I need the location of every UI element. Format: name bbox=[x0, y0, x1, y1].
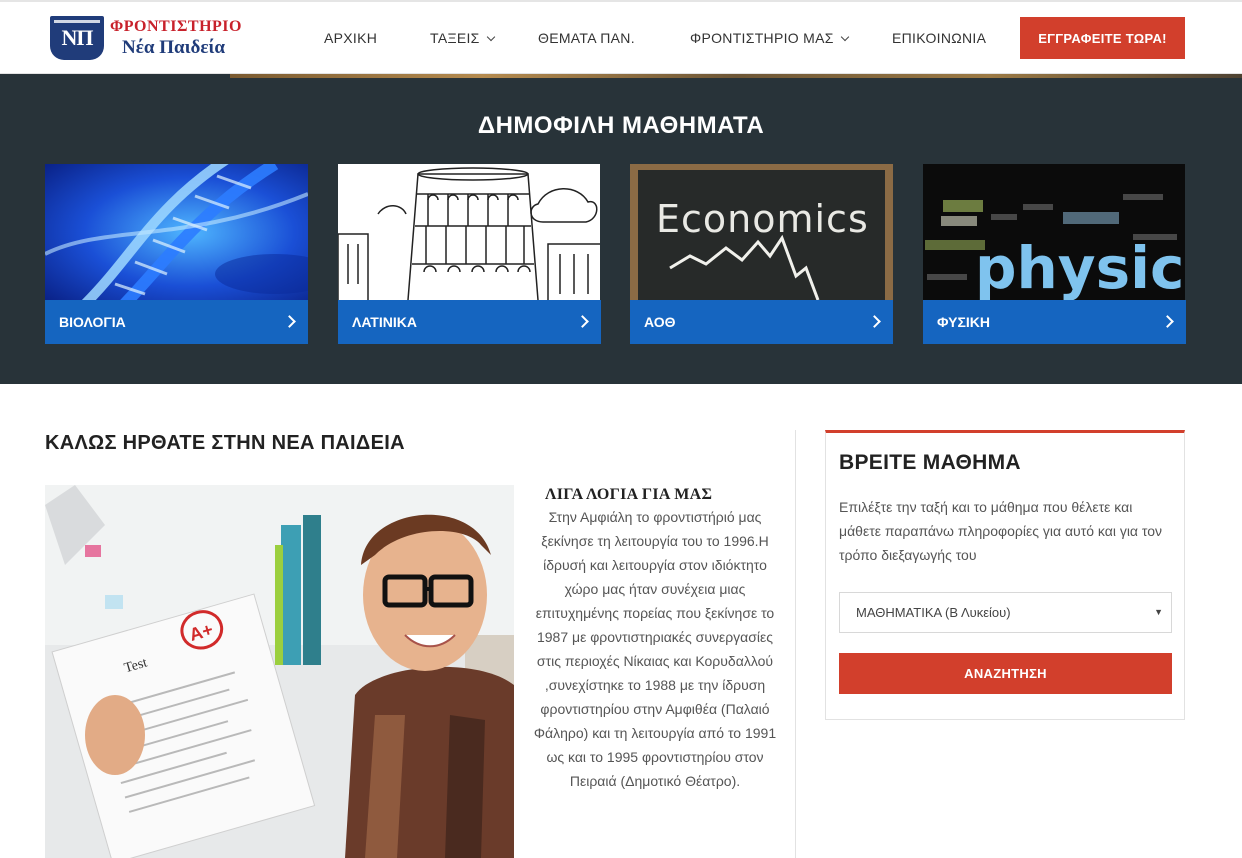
about-us-text: Στην Αμφιάλη το φροντιστήριό μας ξεκίνησ… bbox=[533, 509, 777, 789]
course-card-label-bar: ΦΥΣΙΚΗ bbox=[923, 300, 1186, 344]
nav-item-about-school[interactable]: ΦΡΟΝΤΙΣΤΗΡΙΟ ΜΑΣ bbox=[690, 30, 849, 46]
chevron-right-icon bbox=[576, 315, 589, 328]
course-card-label: ΒΙΟΛΟΓΙΑ bbox=[59, 314, 126, 330]
course-card-economics[interactable]: Economics ΑΟΘ bbox=[630, 164, 893, 344]
nav-item-contact[interactable]: ΕΠΙΚΟΙΝΩΝΙΑ bbox=[892, 30, 986, 46]
column-divider bbox=[795, 430, 796, 858]
find-course-description: Επιλέξτε την ταξή και το μάθημα που θέλε… bbox=[839, 499, 1163, 563]
nav-item-contact-label: ΕΠΙΚΟΙΝΩΝΙΑ bbox=[892, 30, 987, 46]
biology-dna-image bbox=[45, 164, 308, 300]
chevron-down-icon bbox=[486, 32, 495, 42]
course-card-label: ΦΥΣΙΚΗ bbox=[937, 314, 990, 330]
site-header: ΝΠ ΦΡΟΝΤΙΣΤΗΡΙΟ Νέα Παιδεία ΑΡΧΙΚΗ ΤΑΞΕΙ… bbox=[0, 2, 1242, 74]
physics-wordcloud-text: physics bbox=[975, 234, 1185, 300]
course-select[interactable]: ΜΑΘΗΜΑΤΙΚΑ (Β Λυκείου) ▼ bbox=[839, 592, 1172, 633]
chalkboard-text: Economics bbox=[656, 197, 869, 241]
course-card-label: ΑΟΘ bbox=[644, 314, 676, 330]
logo-line1: ΦΡΟΝΤΙΣΤΗΡΙΟ bbox=[110, 18, 242, 35]
student-photo: Test A+ bbox=[45, 485, 514, 858]
logo-emblem-icon: ΝΠ bbox=[50, 16, 104, 60]
chevron-right-icon bbox=[1161, 315, 1174, 328]
economics-chalkboard-image: Economics bbox=[630, 164, 893, 300]
course-card-label-bar: ΛΑΤΙΝΙΚΑ bbox=[338, 300, 601, 344]
nav-item-exam-topics[interactable]: ΘΕΜΑΤΑ ΠΑΝ. bbox=[538, 30, 635, 46]
course-card-label-bar: ΑΟΘ bbox=[630, 300, 893, 344]
nav-item-classes-label: ΤΑΞΕΙΣ bbox=[430, 30, 480, 46]
search-button-label: ΑΝΑΖΗΤΗΣΗ bbox=[964, 666, 1047, 681]
about-us-title: ΛΙΓΑ ΛΟΓΙΑ ΓΙΑ ΜΑΣ bbox=[545, 486, 713, 503]
register-now-label: ΕΓΓΡΑΦΕΙΤΕ ΤΩΡΑ! bbox=[1038, 30, 1167, 46]
chevron-down-icon bbox=[840, 32, 849, 42]
nav-item-classes[interactable]: ΤΑΞΕΙΣ bbox=[430, 30, 495, 46]
chevron-right-icon bbox=[868, 315, 881, 328]
course-select-value: ΜΑΘΗΜΑΤΙΚΑ (Β Λυκείου) bbox=[856, 605, 1011, 620]
register-now-button[interactable]: ΕΓΓΡΑΦΕΙΤΕ ΤΩΡΑ! bbox=[1020, 17, 1185, 59]
course-card-label-bar: ΒΙΟΛΟΓΙΑ bbox=[45, 300, 308, 344]
logo-line2: Νέα Παιδεία bbox=[122, 37, 225, 58]
logo-text: ΦΡΟΝΤΙΣΤΗΡΙΟ Νέα Παιδεία bbox=[110, 18, 242, 58]
find-course-widget: ΒΡΕΙΤΕ ΜΑΘΗΜΑ Επιλέξτε την ταξή και το μ… bbox=[825, 430, 1185, 720]
physics-wordcloud-image: physics bbox=[923, 164, 1186, 300]
chevron-right-icon bbox=[283, 315, 296, 328]
nav-item-home[interactable]: ΑΡΧΙΚΗ bbox=[324, 30, 377, 46]
caret-down-icon: ▼ bbox=[1154, 607, 1163, 617]
course-card-label: ΛΑΤΙΝΙΚΑ bbox=[352, 314, 417, 330]
welcome-title: ΚΑΛΩΣ ΗΡΘΑΤΕ ΣΤΗΝ ΝΕΑ ΠΑΙΔΕΙΑ bbox=[45, 432, 405, 454]
latin-tower-sketch-image bbox=[338, 164, 601, 300]
find-course-title: ΒΡΕΙΤΕ ΜΑΘΗΜΑ bbox=[839, 451, 1021, 474]
nav-item-exam-topics-label: ΘΕΜΑΤΑ ΠΑΝ. bbox=[538, 30, 635, 46]
site-logo[interactable]: ΝΠ ΦΡΟΝΤΙΣΤΗΡΙΟ Νέα Παιδεία bbox=[50, 14, 255, 62]
search-button[interactable]: ΑΝΑΖΗΤΗΣΗ bbox=[839, 653, 1172, 694]
course-card-physics[interactable]: physics ΦΥΣΙΚΗ bbox=[923, 164, 1186, 344]
nav-item-about-school-label: ΦΡΟΝΤΙΣΤΗΡΙΟ ΜΑΣ bbox=[690, 30, 834, 46]
course-card-latin[interactable]: ΛΑΤΙΝΙΚΑ bbox=[338, 164, 601, 344]
hero-image-strip bbox=[230, 74, 1242, 78]
logo-emblem-text: ΝΠ bbox=[61, 25, 94, 50]
popular-courses-title: ΔΗΜΟΦΙΛΗ ΜΑΘΗΜΑΤΑ bbox=[477, 112, 765, 139]
nav-item-home-label: ΑΡΧΙΚΗ bbox=[324, 30, 378, 46]
course-card-biology[interactable]: ΒΙΟΛΟΓΙΑ bbox=[45, 164, 308, 344]
